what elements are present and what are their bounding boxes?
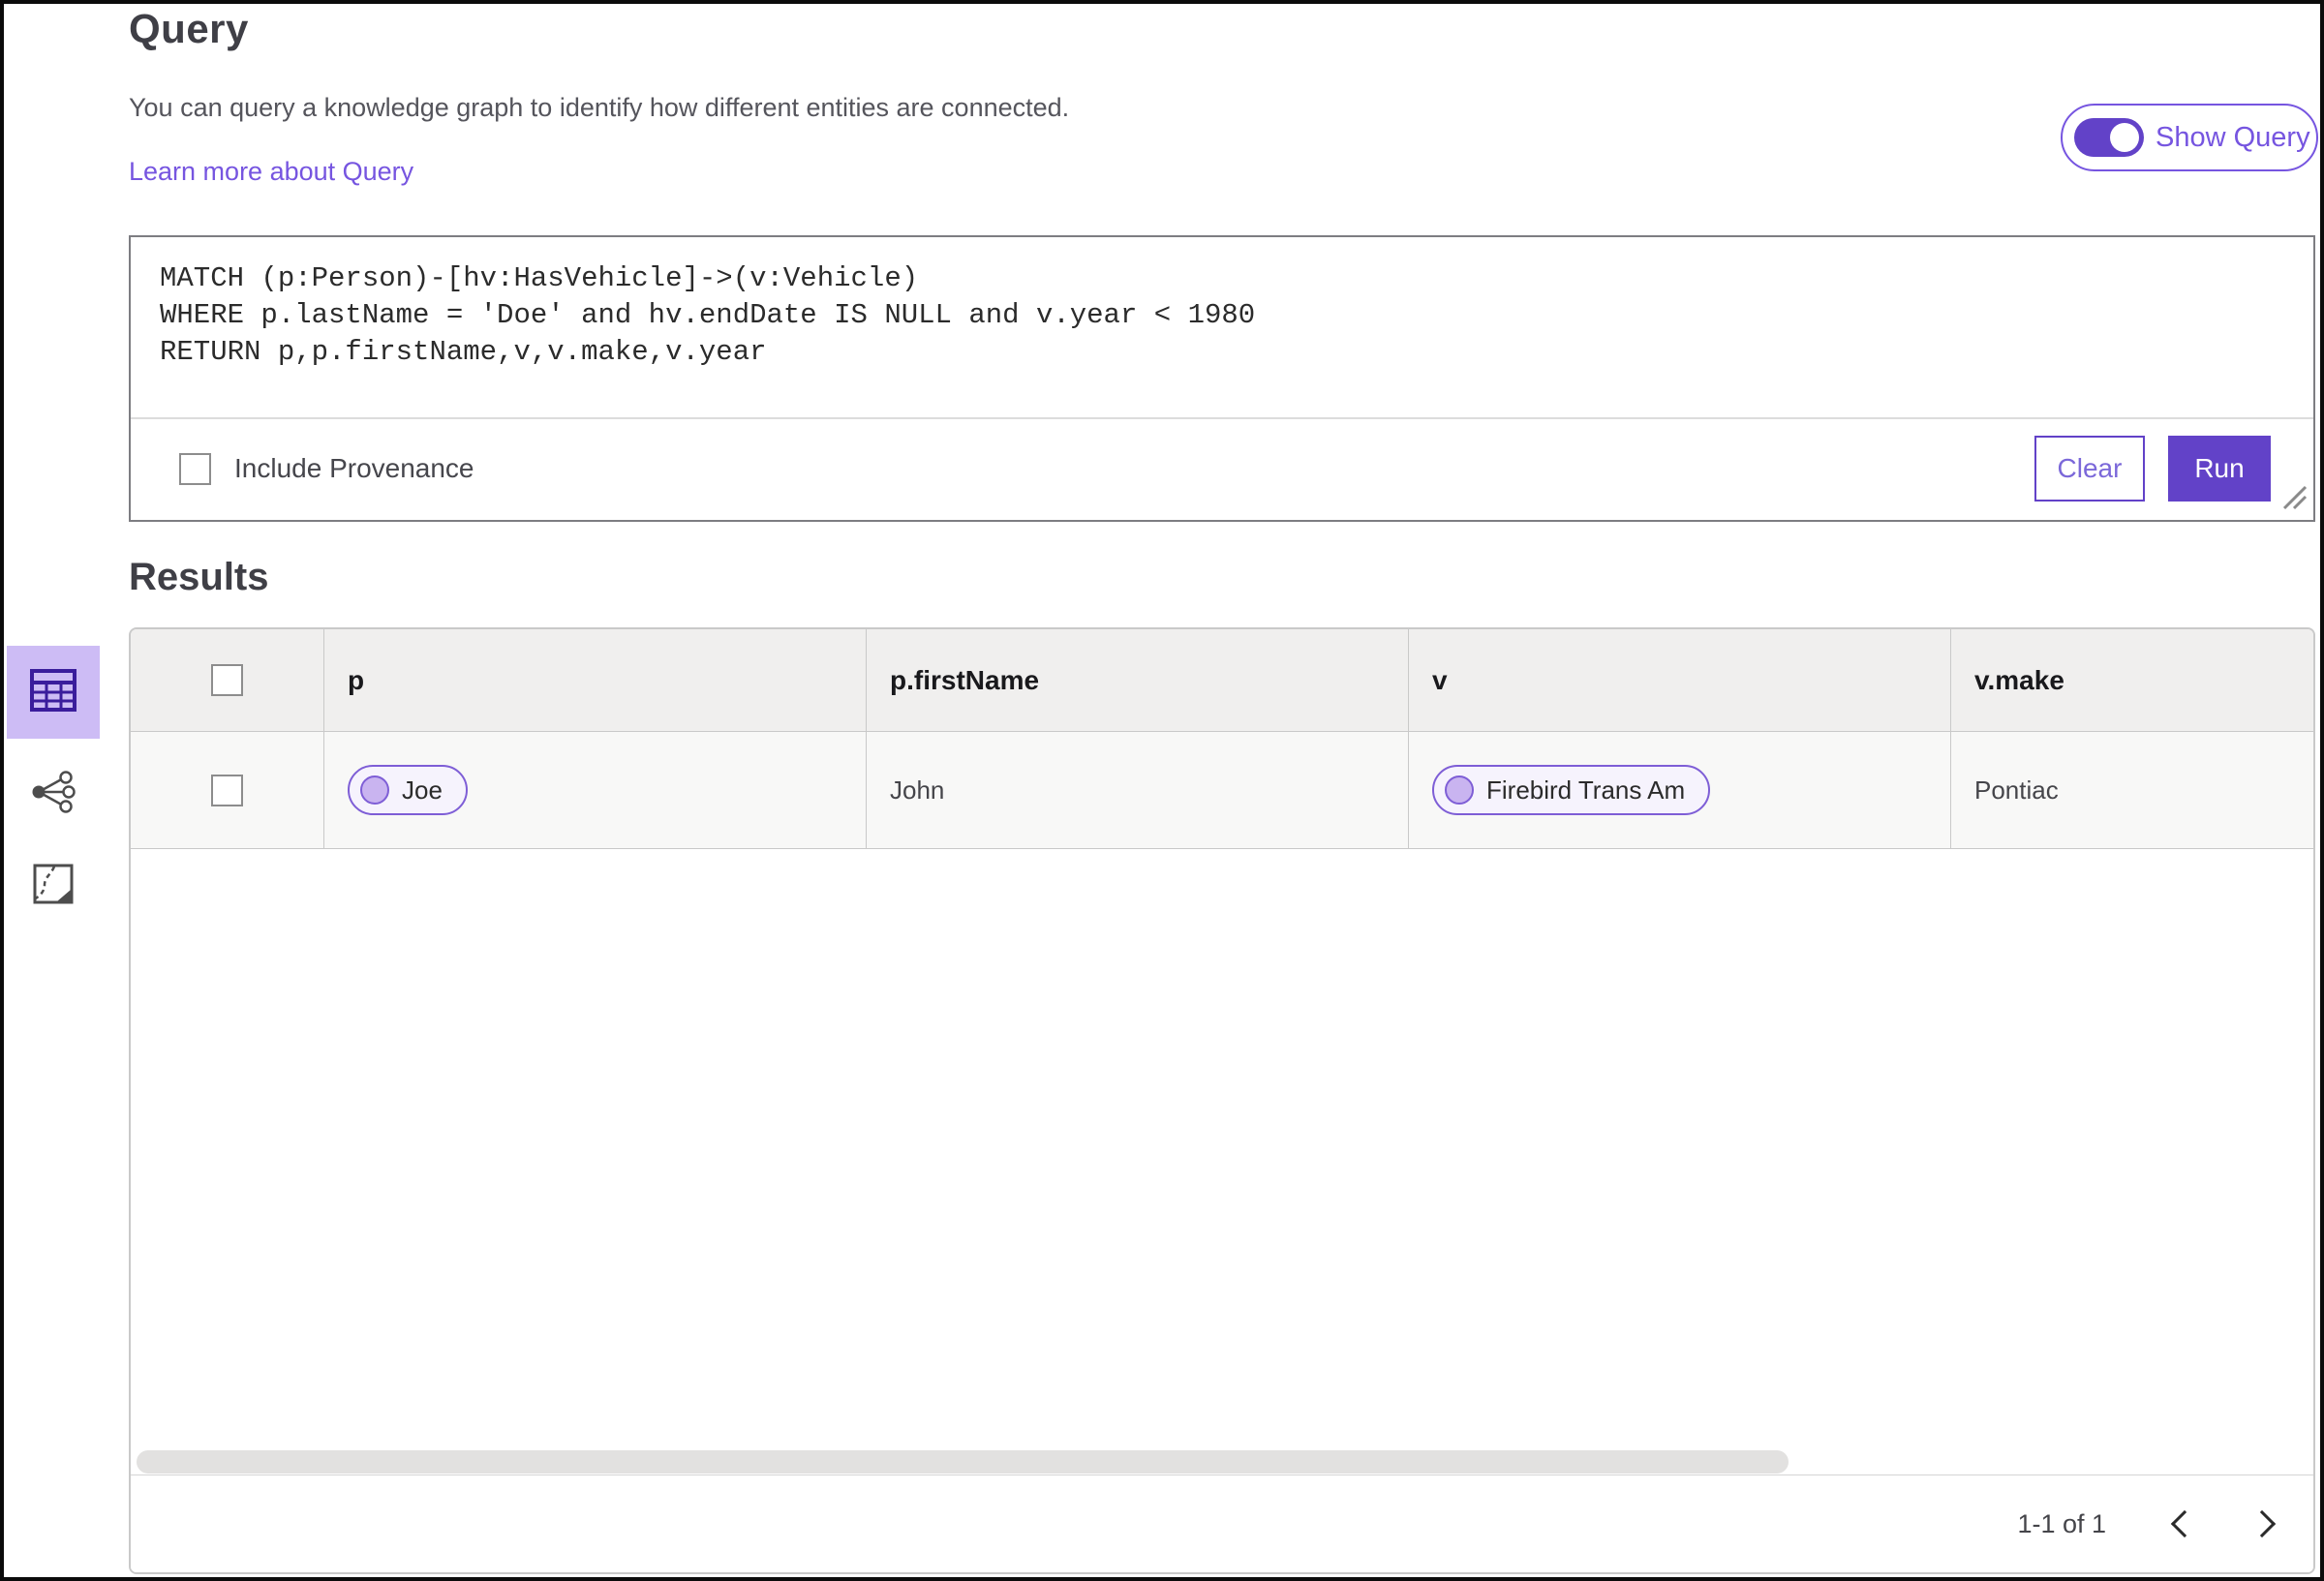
learn-more-link[interactable]: Learn more about Query: [129, 157, 413, 187]
cell-v: Firebird Trans Am: [1409, 732, 1951, 848]
next-page-button[interactable]: [2244, 1503, 2286, 1545]
column-header-p[interactable]: p: [324, 629, 867, 731]
vehicle-entity-pill[interactable]: Firebird Trans Am: [1432, 765, 1711, 815]
map-view-button[interactable]: [21, 854, 85, 918]
include-provenance-label: Include Provenance: [234, 453, 474, 483]
column-header-p-firstname[interactable]: p.firstName: [867, 629, 1409, 731]
query-code-textarea[interactable]: MATCH (p:Person)-[hv:HasVehicle]->(v:Veh…: [131, 237, 2313, 419]
vehicle-entity-label: Firebird Trans Am: [1486, 775, 1686, 805]
table-header-row: p p.firstName v v.make: [131, 629, 2313, 732]
previous-page-button[interactable]: [2160, 1503, 2203, 1545]
page-description: You can query a knowledge graph to ident…: [129, 93, 1070, 122]
query-page: Query You can query a knowledge graph to…: [0, 0, 2324, 1581]
query-editor-panel: MATCH (p:Person)-[hv:HasVehicle]->(v:Veh…: [129, 235, 2315, 522]
chevron-left-icon: [2170, 1509, 2199, 1538]
person-entity-label: Joe: [402, 775, 443, 805]
include-provenance-checkbox[interactable]: [179, 452, 211, 485]
toggle-knob: [2110, 123, 2139, 152]
cell-p: Joe: [324, 732, 867, 848]
column-header-v[interactable]: v: [1409, 629, 1951, 731]
results-footer: 1-1 of 1: [131, 1475, 2313, 1572]
select-all-header-cell: [131, 629, 324, 731]
table-view-button[interactable]: [7, 646, 100, 739]
show-query-label: Show Query: [2156, 121, 2310, 153]
results-panel: p p.firstName v v.make Joe John Firebird…: [129, 627, 2315, 1574]
person-entity-pill[interactable]: Joe: [348, 765, 468, 815]
chevron-right-icon: [2248, 1509, 2277, 1538]
toggle-switch-icon[interactable]: [2074, 118, 2144, 157]
page-title: Query: [129, 6, 249, 51]
horizontal-scrollbar-thumb[interactable]: [137, 1450, 1789, 1474]
entity-node-icon: [360, 775, 389, 805]
show-query-toggle[interactable]: Show Query: [2061, 104, 2318, 171]
row-select-checkbox[interactable]: [211, 774, 243, 806]
table-view-icon: [30, 668, 76, 716]
row-select-cell: [131, 732, 324, 848]
network-view-icon: [30, 770, 76, 819]
map-view-icon: [33, 864, 74, 909]
entity-node-icon: [1445, 775, 1474, 805]
resize-grip-icon[interactable]: [2278, 485, 2308, 515]
pagination-range-label: 1-1 of 1: [2017, 1508, 2106, 1538]
results-title: Results: [129, 556, 269, 598]
network-view-button[interactable]: [21, 762, 85, 826]
run-button[interactable]: Run: [2168, 436, 2271, 502]
cell-v-make: Pontiac: [1974, 775, 2059, 805]
table-row[interactable]: Joe John Firebird Trans Am Pontiac: [131, 732, 2313, 849]
cell-p-firstname: John: [867, 732, 1409, 848]
column-header-v-make[interactable]: v.make: [1951, 629, 2313, 731]
query-panel-footer: Include Provenance Clear Run: [131, 419, 2313, 518]
clear-button[interactable]: Clear: [2034, 436, 2145, 502]
select-all-checkbox[interactable]: [211, 664, 243, 696]
